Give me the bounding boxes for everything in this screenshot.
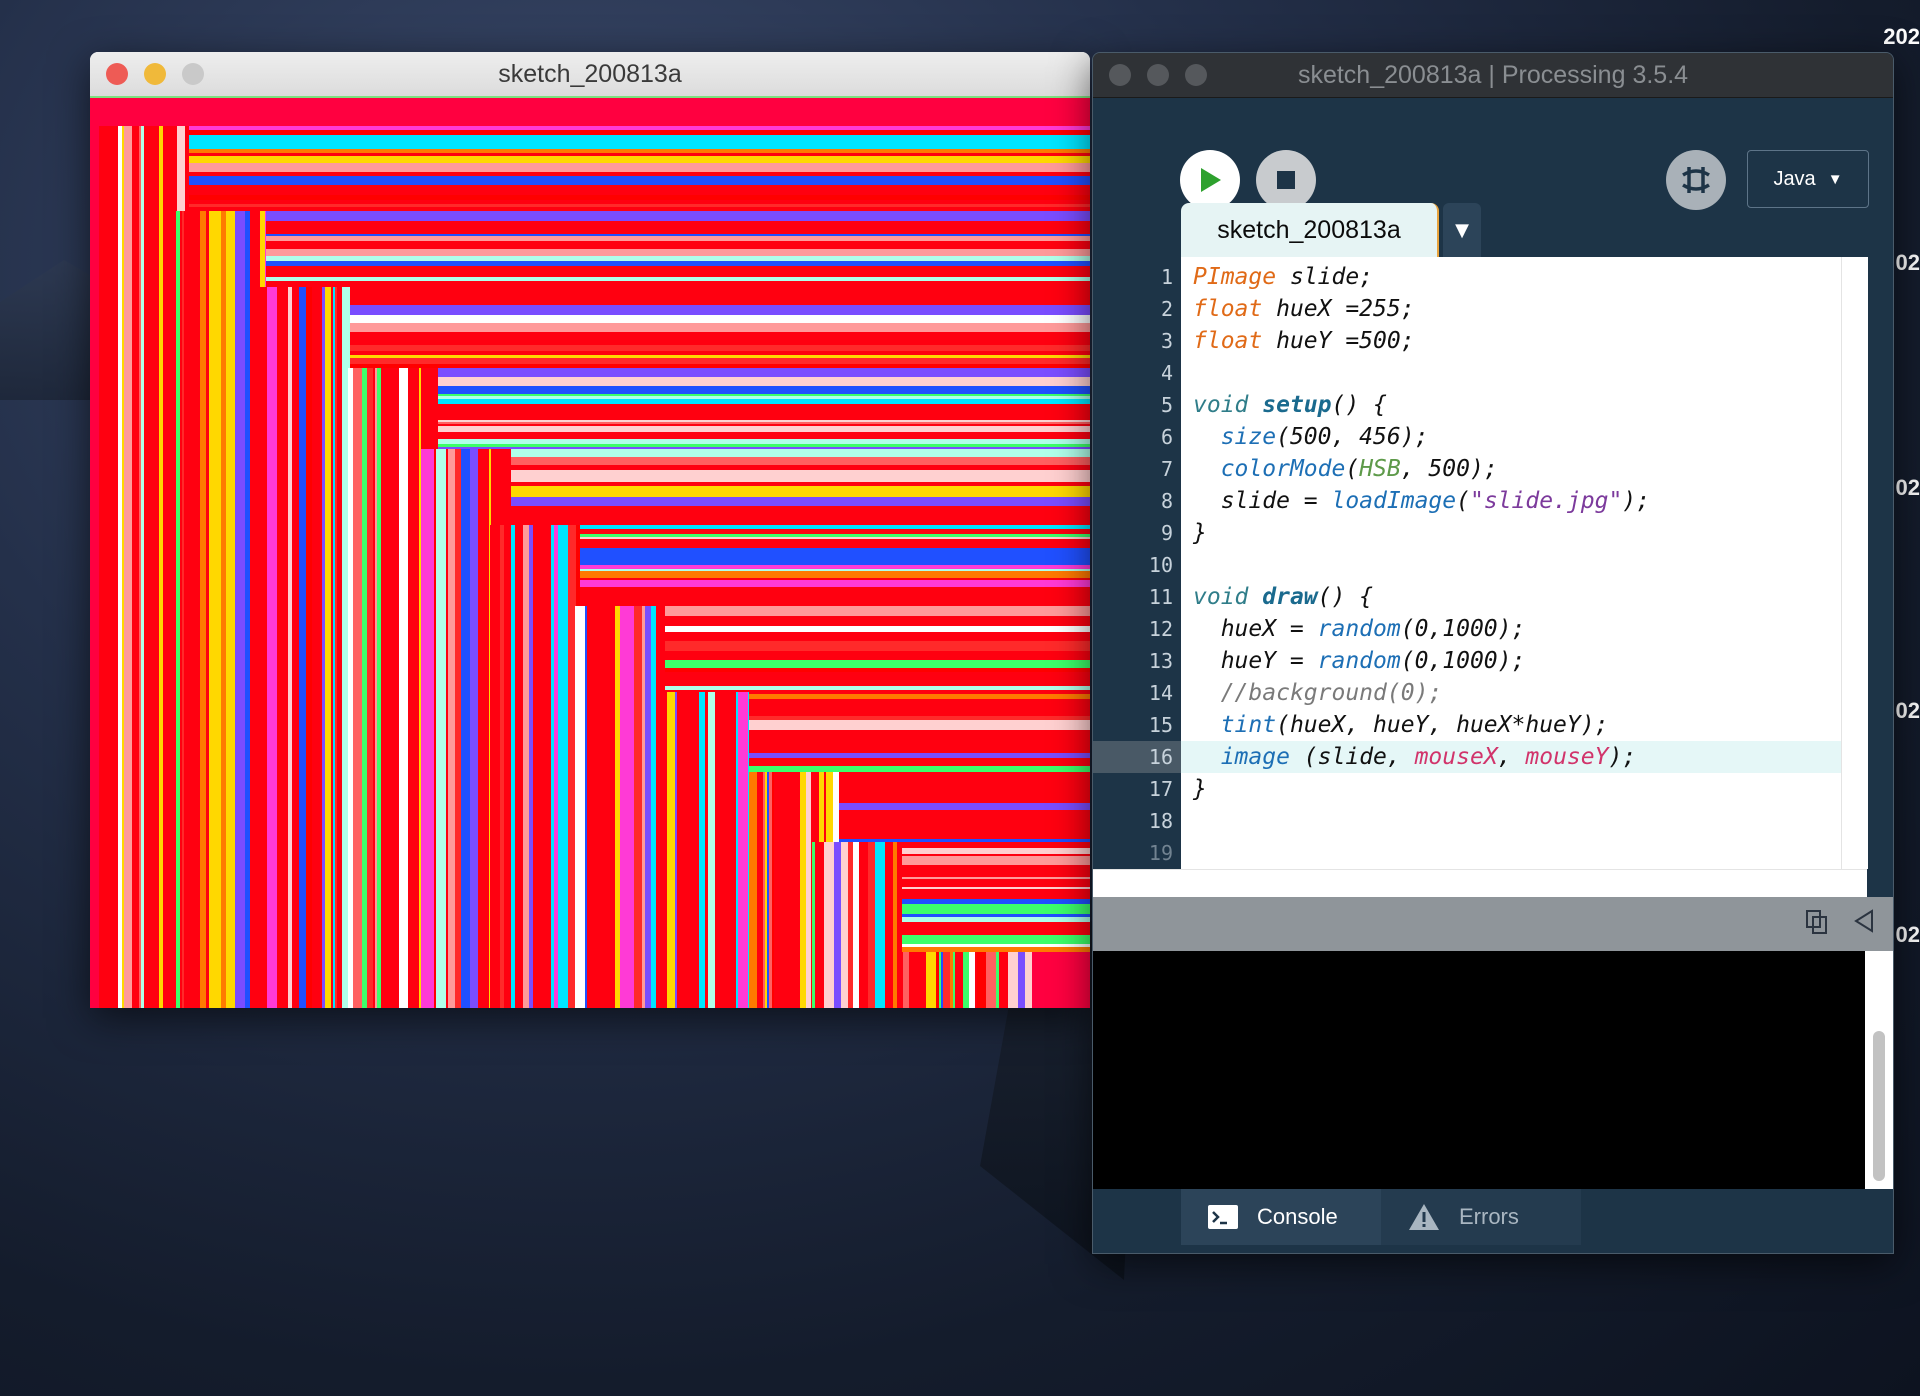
warning-icon	[1409, 1204, 1439, 1230]
code-line[interactable]: }	[1193, 517, 1207, 549]
sketch-output-window[interactable]: sketch_200813a	[90, 52, 1090, 1008]
line-number-gutter: 1 2 3 4 5 6 7 8 9 10 11 12 13 14 15 16 17 18 19	[1093, 257, 1181, 869]
horizontal-stripes	[902, 842, 1090, 952]
tab-label: sketch_200813a	[1217, 215, 1401, 244]
tab-console[interactable]: Console	[1181, 1189, 1383, 1245]
mode-selector[interactable]: Java ▼	[1747, 150, 1869, 208]
code-line[interactable]: void setup() {	[1193, 389, 1387, 421]
debugger-icon	[1682, 167, 1710, 193]
bottom-tabbar: Console Errors	[1093, 1189, 1893, 1253]
stop-icon	[1277, 171, 1295, 189]
close-window-button[interactable]	[1109, 64, 1131, 86]
console-header	[1093, 897, 1893, 951]
line-number: 19	[1148, 841, 1173, 865]
sketch-titlebar[interactable]: sketch_200813a	[90, 52, 1090, 98]
chevron-down-icon: ▼	[1827, 170, 1843, 188]
minimize-window-button[interactable]	[144, 63, 166, 85]
line-number: 18	[1148, 809, 1173, 833]
line-number: 1	[1160, 265, 1173, 289]
code-line[interactable]: PImage slide;	[1193, 261, 1373, 293]
processing-ide-window[interactable]: sketch_200813a | Processing 3.5.4 Java ▼…	[1092, 52, 1894, 1254]
close-window-button[interactable]	[106, 63, 128, 85]
debugger-button[interactable]	[1666, 150, 1726, 210]
line-number: 4	[1160, 361, 1173, 385]
line-number: 13	[1148, 649, 1173, 673]
tab-sketch[interactable]: sketch_200813a	[1181, 203, 1439, 257]
window-controls	[1109, 64, 1207, 86]
mode-label: Java	[1773, 167, 1816, 190]
editor-tabbar: sketch_200813a ▼	[1093, 203, 1893, 257]
desktop-clock-fragment: 02	[1895, 475, 1920, 500]
code-editor[interactable]: PImage slide; float hueX =255; float hueY …	[1181, 257, 1841, 869]
console-output[interactable]	[1093, 951, 1865, 1189]
code-line[interactable]: hueY = random(0,1000);	[1193, 645, 1526, 677]
zoom-window-button[interactable]	[1185, 64, 1207, 86]
console-scrollbar[interactable]	[1865, 951, 1893, 1189]
line-number: 16	[1148, 745, 1173, 769]
code-line[interactable]: size(500, 456);	[1193, 421, 1429, 453]
desktop-clock-fragment: 202	[1883, 24, 1920, 49]
code-line[interactable]: void draw() {	[1193, 581, 1373, 613]
collapse-icon[interactable]	[1853, 909, 1875, 933]
tab-menu-button[interactable]: ▼	[1443, 203, 1481, 257]
stop-button[interactable]	[1256, 150, 1316, 210]
run-button[interactable]	[1180, 150, 1240, 210]
line-number: 10	[1148, 553, 1173, 577]
sketch-canvas[interactable]	[90, 98, 1090, 1008]
glitch-tint-layer	[812, 842, 1090, 1008]
line-number: 14	[1148, 681, 1173, 705]
code-line[interactable]: tint(hueX, hueY, hueX*hueY);	[1193, 709, 1609, 741]
line-number: 17	[1148, 777, 1173, 801]
window-controls	[106, 63, 204, 85]
code-line[interactable]: float hueX =255;	[1193, 293, 1415, 325]
minimize-window-button[interactable]	[1147, 64, 1169, 86]
line-number: 3	[1160, 329, 1173, 353]
terminal-icon	[1208, 1205, 1238, 1229]
console-scroll-thumb[interactable]	[1873, 1031, 1885, 1181]
line-number: 8	[1160, 489, 1173, 513]
desktop-clock-fragment: 02	[1895, 922, 1920, 947]
code-line[interactable]: image (slide, mouseX, mouseY);	[1193, 741, 1636, 773]
ide-toolbar: Java ▼	[1093, 98, 1893, 210]
code-line[interactable]: }	[1193, 773, 1207, 805]
tab-errors[interactable]: Errors	[1381, 1189, 1581, 1245]
line-number: 11	[1148, 585, 1173, 609]
chevron-down-icon: ▼	[1455, 219, 1469, 241]
line-number: 15	[1148, 713, 1173, 737]
play-icon	[1201, 168, 1221, 192]
errors-tab-label: Errors	[1459, 1204, 1519, 1229]
desktop-clock-fragment: 02	[1895, 698, 1920, 723]
line-number: 12	[1148, 617, 1173, 641]
code-line[interactable]: slide = loadImage("slide.jpg");	[1193, 485, 1650, 517]
code-line[interactable]: colorMode(HSB, 500);	[1193, 453, 1498, 485]
line-number: 5	[1160, 393, 1173, 417]
editor-vertical-scrollbar[interactable]	[1841, 257, 1868, 869]
line-number: 9	[1160, 521, 1173, 545]
copy-icon[interactable]	[1805, 909, 1829, 935]
code-line[interactable]: hueX = random(0,1000);	[1193, 613, 1526, 645]
editor-horizontal-scrollbar[interactable]	[1093, 869, 1867, 898]
sketch-window-title: sketch_200813a	[498, 59, 682, 88]
desktop-clock-fragment: 02	[1895, 250, 1920, 275]
console-tab-label: Console	[1257, 1204, 1338, 1229]
ide-titlebar[interactable]: sketch_200813a | Processing 3.5.4	[1093, 53, 1893, 98]
code-line[interactable]: float hueY =500;	[1193, 325, 1415, 357]
ide-window-title: sketch_200813a | Processing 3.5.4	[1297, 60, 1689, 89]
zoom-window-button[interactable]	[182, 63, 204, 85]
line-number: 7	[1160, 457, 1173, 481]
line-number: 6	[1160, 425, 1173, 449]
code-line[interactable]: //background(0);	[1193, 677, 1443, 709]
line-number: 2	[1160, 297, 1173, 321]
